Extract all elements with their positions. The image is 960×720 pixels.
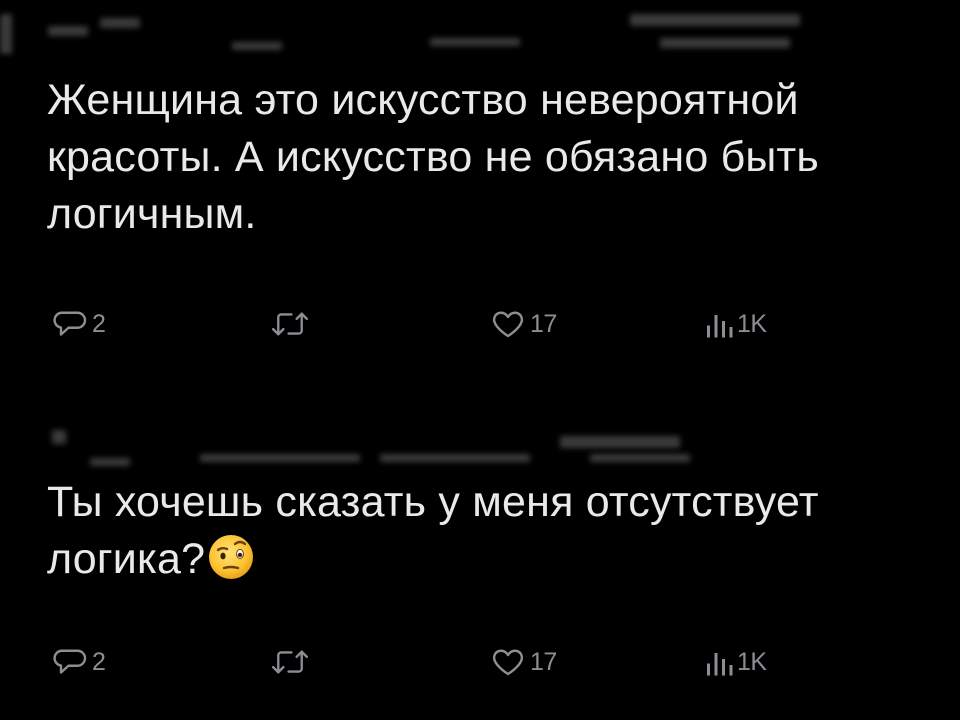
post-header-redacted	[0, 410, 960, 480]
like-button[interactable]: 17	[490, 642, 557, 682]
post[interactable]: Ты хочешь сказать у меня отсутствует лог…	[0, 380, 960, 720]
heart-icon	[490, 644, 526, 680]
retweet-icon	[268, 306, 312, 342]
reply-bubble-icon	[52, 306, 88, 342]
post-header-redacted	[0, 0, 960, 70]
retweet-icon	[268, 644, 312, 680]
post-actions: 2 17 1K	[0, 304, 960, 344]
heart-icon	[490, 306, 526, 342]
reply-button[interactable]: 2	[52, 642, 106, 682]
post-text-content: Ты хочешь сказать у меня отсутствует лог…	[47, 478, 819, 583]
views-button[interactable]: 1K	[705, 642, 767, 682]
post-text: Ты хочешь сказать у меня отсутствует лог…	[47, 474, 947, 588]
retweet-button[interactable]	[268, 642, 312, 682]
views-bar-chart-icon	[705, 306, 733, 342]
reply-count: 2	[92, 647, 106, 676]
views-count: 1K	[737, 647, 767, 676]
post[interactable]: Женщина это искусство невероятной красот…	[0, 0, 960, 380]
like-button[interactable]: 17	[490, 304, 557, 344]
post-actions: 2 17 1K	[0, 642, 960, 682]
reply-count: 2	[92, 309, 106, 338]
raised-eyebrow-face-icon	[207, 533, 255, 581]
reply-bubble-icon	[52, 644, 88, 680]
views-bar-chart-icon	[705, 644, 733, 680]
retweet-button[interactable]	[268, 304, 312, 344]
reply-button[interactable]: 2	[52, 304, 106, 344]
views-count: 1K	[737, 309, 767, 338]
post-text: Женщина это искусство невероятной красот…	[47, 76, 820, 238]
like-count: 17	[530, 309, 557, 338]
views-button[interactable]: 1K	[705, 304, 767, 344]
like-count: 17	[530, 647, 557, 676]
